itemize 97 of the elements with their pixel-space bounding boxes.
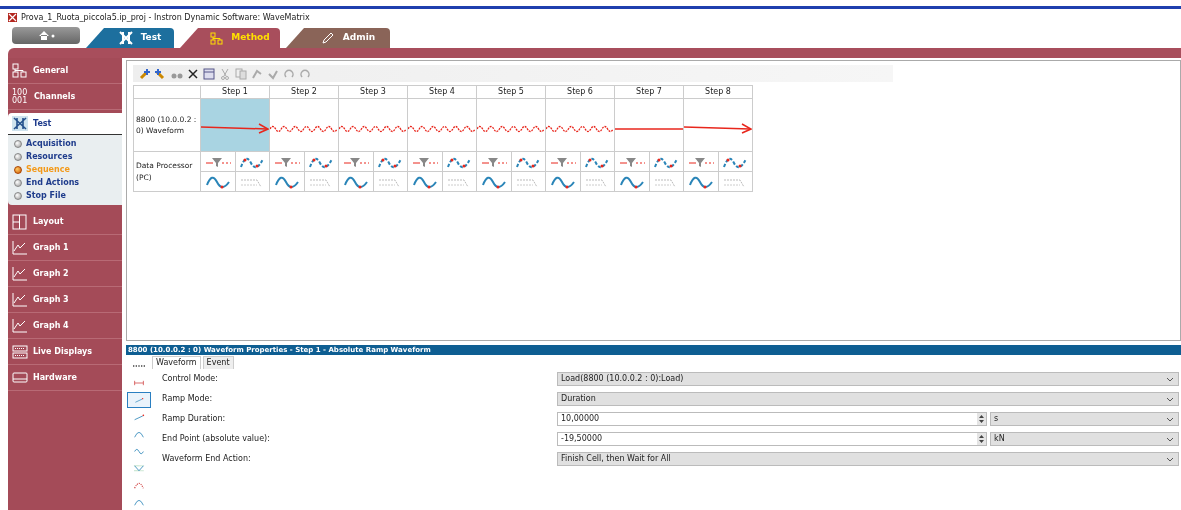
display-icon bbox=[12, 343, 28, 360]
layout-icon bbox=[12, 213, 28, 230]
sidebar-item[interactable]: Live Displays bbox=[8, 339, 122, 365]
arrow-icon bbox=[201, 123, 269, 134]
field-label: Control Mode: bbox=[161, 373, 219, 385]
copy-icon[interactable] bbox=[235, 67, 247, 80]
dropdown[interactable]: s bbox=[990, 412, 1179, 426]
step-header: Step 1 bbox=[200, 85, 270, 99]
chevron-icon bbox=[1165, 435, 1175, 443]
step-header: Step 6 bbox=[545, 85, 615, 99]
radio-dot[interactable] bbox=[14, 152, 22, 161]
step-header: Step 2 bbox=[269, 85, 339, 99]
step-cell[interactable] bbox=[683, 98, 753, 152]
hardware-icon bbox=[12, 369, 28, 386]
arrow-icon bbox=[684, 123, 752, 134]
sidebar-item[interactable]: Graph 4 bbox=[8, 313, 122, 339]
sine-icon bbox=[618, 174, 645, 189]
dotted-line-icon bbox=[133, 365, 145, 367]
frame-icon bbox=[12, 115, 28, 132]
sidebar-item[interactable]: Hardware bbox=[8, 365, 122, 391]
sine-icon bbox=[204, 174, 231, 189]
redo-icon[interactable] bbox=[299, 67, 311, 80]
radio-dot[interactable] bbox=[14, 178, 22, 187]
sine-icon bbox=[411, 174, 438, 189]
frame-icon bbox=[118, 31, 133, 45]
step-cell[interactable] bbox=[614, 98, 684, 152]
step-cell[interactable] bbox=[200, 98, 270, 152]
step-header: Step 5 bbox=[476, 85, 546, 99]
sine-icon bbox=[687, 174, 714, 189]
pencil-icon bbox=[320, 31, 335, 45]
dropdown[interactable]: Load(8800 (10.0.0.2 : 0):Load) bbox=[557, 372, 1179, 386]
sine-icon bbox=[342, 174, 369, 189]
sine-icon bbox=[549, 174, 576, 189]
app-logo-icon bbox=[8, 13, 17, 22]
graph-icon bbox=[12, 265, 28, 282]
step-header: Step 4 bbox=[407, 85, 477, 99]
step-header: Step 7 bbox=[614, 85, 684, 99]
field-label: End Point (absolute value): bbox=[161, 433, 271, 445]
submenu-item[interactable]: Stop File bbox=[26, 189, 66, 202]
tab[interactable]: Waveform bbox=[152, 356, 201, 369]
tab[interactable]: Event bbox=[202, 356, 234, 369]
spin-field[interactable]: -19,50000 bbox=[557, 432, 987, 446]
sidebar-item[interactable]: Graph 2 bbox=[8, 261, 122, 287]
dropdown[interactable]: Duration bbox=[557, 392, 1179, 406]
close-icon[interactable] bbox=[187, 67, 199, 80]
window-title: Prova_1_Ruota_piccola5.ip_proj - Instron Dynamic Software: WaveMatrix bbox=[21, 11, 310, 24]
sine-icon bbox=[273, 174, 300, 189]
sidebar-item[interactable]: Test bbox=[8, 113, 122, 135]
submenu-item[interactable]: End Actions bbox=[26, 176, 80, 189]
step-header: Step 8 bbox=[683, 85, 753, 99]
step-cell[interactable] bbox=[338, 98, 408, 152]
spinner-icon bbox=[977, 413, 986, 425]
field-label: Waveform End Action: bbox=[161, 453, 252, 465]
submenu-item[interactable]: Acquisition bbox=[26, 137, 77, 150]
section-tab[interactable]: Admin bbox=[286, 28, 390, 48]
chevron-icon bbox=[1165, 415, 1175, 423]
sine-icon bbox=[480, 174, 507, 189]
field-label: Ramp Mode: bbox=[161, 393, 214, 405]
home-button[interactable] bbox=[12, 27, 80, 44]
chevron-icon bbox=[1165, 395, 1175, 403]
step-cell[interactable] bbox=[476, 98, 546, 152]
icon-text: 001 bbox=[12, 96, 29, 105]
sidebar-item[interactable]: Graph 1 bbox=[8, 235, 122, 261]
submenu-item[interactable]: Resources bbox=[26, 150, 73, 163]
waveform-tool[interactable] bbox=[127, 392, 151, 408]
graph-icon bbox=[12, 239, 28, 256]
add-icon[interactable] bbox=[155, 67, 167, 80]
radio-dot[interactable] bbox=[14, 165, 22, 174]
add-icon[interactable] bbox=[139, 67, 151, 80]
home-icon bbox=[37, 30, 55, 41]
step-cell[interactable] bbox=[407, 98, 477, 152]
field-label: Ramp Duration: bbox=[161, 413, 227, 425]
dropdown[interactable]: Finish Cell, then Wait for All bbox=[557, 452, 1179, 466]
sidebar-item[interactable]: Graph 3 bbox=[8, 287, 122, 313]
undo-icon[interactable] bbox=[283, 67, 295, 80]
radio-dot[interactable] bbox=[14, 191, 22, 200]
spin-field[interactable]: 10,00000 bbox=[557, 412, 987, 426]
icon-text: 100 bbox=[12, 88, 29, 97]
spinner-icon bbox=[977, 433, 986, 445]
section-tab[interactable]: Method bbox=[180, 28, 280, 48]
sidebar-item[interactable]: Layout bbox=[8, 209, 122, 235]
radio-dot[interactable] bbox=[14, 139, 22, 148]
dropdown[interactable]: kN bbox=[990, 432, 1179, 446]
graph-icon bbox=[12, 291, 28, 308]
sidebar-item[interactable]: General bbox=[8, 58, 122, 84]
chevron-icon bbox=[1165, 455, 1175, 463]
hierarchy-icon bbox=[210, 31, 224, 45]
chevron-icon bbox=[1165, 375, 1175, 383]
window-icon[interactable] bbox=[203, 67, 215, 80]
hierarchy-icon bbox=[12, 62, 28, 79]
flat-line bbox=[615, 128, 683, 130]
step-cell[interactable] bbox=[269, 98, 339, 152]
step-cell[interactable] bbox=[545, 98, 615, 152]
step-header: Step 3 bbox=[338, 85, 408, 99]
cut-icon[interactable] bbox=[219, 67, 231, 80]
section-tab[interactable]: Test bbox=[86, 28, 174, 48]
graph-icon bbox=[12, 317, 28, 334]
